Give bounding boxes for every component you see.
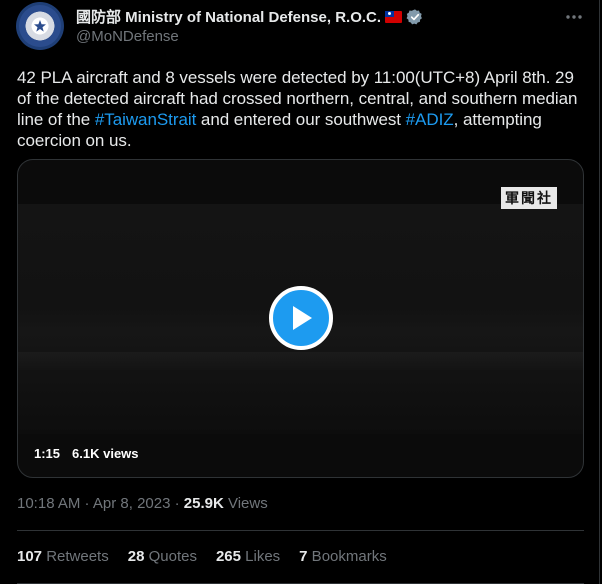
emblem-icon <box>19 5 61 47</box>
tweet-text-part: and entered our southwest <box>196 110 406 129</box>
video-meta: 1:15 6.1K views <box>34 446 139 461</box>
bookmarks-stat[interactable]: 7 Bookmarks <box>299 548 387 565</box>
views-label: Views <box>223 495 268 512</box>
display-name[interactable]: 國防部 Ministry of National Defense, R.O.C. <box>76 6 381 27</box>
handle[interactable]: @MoNDefense <box>76 28 179 45</box>
video-player[interactable]: 軍聞社 1:15 6.1K views <box>17 159 584 478</box>
divider <box>17 530 584 531</box>
watermark-logo: 軍聞社 <box>501 187 557 209</box>
timestamp-row: 10:18 AM · Apr 8, 2023 · 25.9K Views <box>17 495 268 512</box>
tweet-text: 42 PLA aircraft and 8 vessels were detec… <box>17 67 585 151</box>
hashtag-adiz[interactable]: #ADIZ <box>406 110 454 129</box>
timestamp[interactable]: 10:18 AM · Apr 8, 2023 · <box>17 495 184 512</box>
author-header: 國防部 Ministry of National Defense, R.O.C. <box>76 6 424 27</box>
hashtag-taiwanstrait[interactable]: #TaiwanStrait <box>95 110 196 129</box>
tweet: 國防部 Ministry of National Defense, R.O.C.… <box>0 0 600 584</box>
quotes-stat[interactable]: 28 Quotes <box>128 548 197 565</box>
video-duration: 1:15 <box>34 446 61 461</box>
horizon-glow <box>18 352 583 370</box>
play-button[interactable] <box>269 286 333 350</box>
play-icon <box>293 306 312 330</box>
engagement-stats: 107 Retweets 28 Quotes 265 Likes 7 Bookm… <box>17 548 406 565</box>
views-count: 25.9K <box>183 495 224 512</box>
more-dots-icon[interactable] <box>563 6 585 28</box>
likes-stat[interactable]: 265 Likes <box>216 548 280 565</box>
taiwan-flag-icon <box>385 10 403 23</box>
avatar[interactable] <box>16 2 64 50</box>
retweets-stat[interactable]: 107 Retweets <box>17 548 109 565</box>
video-views: 6.1K views <box>72 446 139 461</box>
verified-badge-icon[interactable] <box>406 8 424 26</box>
